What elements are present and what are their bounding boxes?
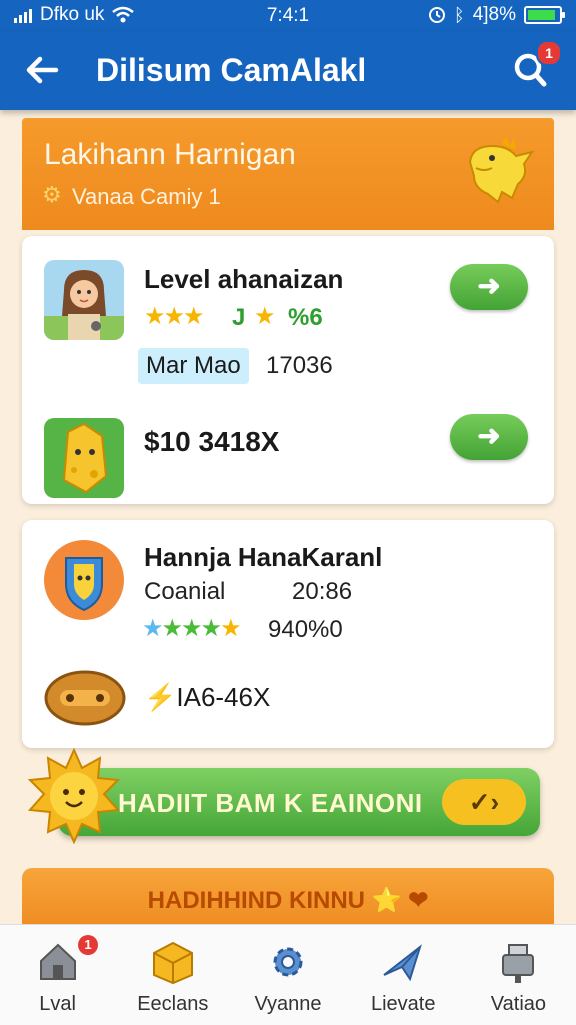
cta-button[interactable]: ✓› [442,779,526,825]
arrow-right-icon: ➜ [477,420,501,451]
star-icon: ★ [254,303,275,330]
shield-icon [65,557,103,612]
back-button[interactable] [22,50,62,97]
bluetooth-icon: ᛒ [453,4,465,25]
rating-text: J [232,304,246,331]
star-rating: ★★★★★ [142,615,242,642]
arrow-left-icon [26,56,59,84]
alarm-icon [428,7,445,23]
hero-card[interactable]: Hannja HanaKaranl Coanial 20:86 ★★★★★ 94… [22,520,554,748]
tag-label: Mar Mao [138,348,249,384]
app-bar: Dilisum CamAlakl 1 [0,32,576,110]
item-icon [44,418,124,498]
promo-label: HADIHHIND KINNU ⭐ ❤ [147,887,429,914]
level-card[interactable]: Level ahanaizan ★★★ J ★ %6 ➜ Mar Mao 170… [22,236,554,504]
header-banner: Lakihann Harnigan ⚙ Vanaa Camiy 1 [22,118,554,230]
nav-badge: 1 [78,935,98,955]
nav-label: Lval [39,993,76,1015]
page-title: Dilisum CamAlakl [96,52,367,88]
star-rating: ★★★ [144,303,205,330]
notification-badge: 1 [536,40,562,66]
cheese-character-icon [62,422,108,494]
nav-item-level[interactable]: 1 Lval [0,925,115,1025]
header-subtitle: Vanaa Camiy 1 [72,184,221,209]
battery-icon [524,6,565,24]
gear-icon [273,947,303,977]
nav-label: Eeclans [137,993,209,1015]
mailbox-icon [502,944,535,983]
battery-fill [528,10,555,20]
rating-value: %6 [288,304,323,331]
cta-banner[interactable]: HADIIT BAM K EAINONI ✓› [58,768,540,836]
price-label: $10 3418X [144,426,280,457]
girl-avatar-icon [44,270,124,340]
go-button[interactable]: ➜ [450,264,528,310]
stat-label: Coanial [144,578,226,605]
price-label: ⚡IA6-46X [144,682,271,712]
stat-value: 20:86 [292,578,353,605]
tag-value: 17036 [266,352,333,379]
status-bar: Dfko uk 7:4:1 ᛒ 4]8% [0,0,576,32]
status-right: ᛒ 4]8% [428,4,565,26]
box-icon [152,941,193,985]
arrow-right-icon: ➜ [477,270,501,301]
rating-value: 940%0 [268,616,343,643]
plane-icon [383,944,423,982]
card-title: Hannja HanaKaranl [144,542,383,572]
nav-item-eeclans[interactable]: Eeclans [115,925,230,1025]
nav-label: Lievate [370,993,436,1015]
gear-icon: ⚙ [42,182,62,207]
nav-label: Vatiao [490,993,547,1015]
shield-avatar [44,540,124,620]
house-icon [39,943,76,980]
dinosaur-icon [468,136,535,204]
card-title: Level ahanaizan [144,264,344,294]
promo-banner[interactable]: HADIHHIND KINNU ⭐ ❤ [22,868,554,932]
nav-item-lievate[interactable]: Lievate [346,925,461,1025]
cta-label: HADIIT BAM K EAINONI [118,788,423,818]
bottom-nav: 1 Lval Eeclans Vyanne Lievate Vatiao [0,924,576,1025]
avatar [44,260,124,340]
nav-label: Vyanne [254,993,322,1015]
go-button-2[interactable]: ➜ [450,414,528,460]
nav-item-vyanne[interactable]: Vyanne [230,925,345,1025]
header-title: Lakihann Harnigan [44,138,296,171]
nav-item-vatiao[interactable]: Vatiao [461,925,576,1025]
barrel-icon [44,670,126,726]
battery-percent: 4]8% [472,4,516,25]
sun-icon [27,748,121,844]
